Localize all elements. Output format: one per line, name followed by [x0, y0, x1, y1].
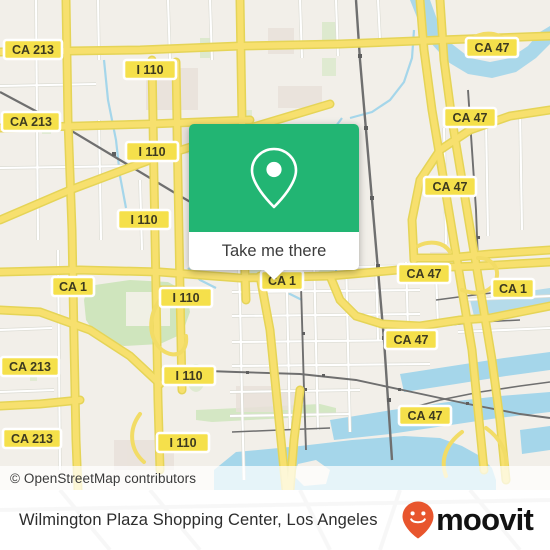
- route-shield: CA 47: [464, 36, 520, 59]
- route-shield-label: CA 47: [408, 409, 443, 423]
- route-shield-label: CA 47: [433, 180, 468, 194]
- moovit-wordmark: moovit: [436, 502, 534, 537]
- moovit-brand: moovit: [401, 500, 534, 540]
- route-shield-label: I 110: [136, 63, 163, 77]
- route-shield-label: I 110: [172, 291, 199, 305]
- route-shield: I 110: [116, 208, 172, 231]
- route-shield-label: CA 47: [453, 111, 488, 125]
- moovit-smiley-pin-icon: [402, 501, 434, 539]
- take-me-there-label: Take me there: [221, 241, 327, 260]
- route-shield-label: CA 1: [499, 282, 527, 296]
- route-shield-label: I 110: [138, 145, 165, 159]
- route-shield-label: CA 47: [475, 41, 510, 55]
- location-popup[interactable]: Take me there: [189, 124, 359, 280]
- map-screenshot: CA 213 CA 213 I 110 I 110 I 110 CA 1 I 110 CA 2…: [0, 0, 550, 550]
- route-shield-label: I 110: [169, 436, 196, 450]
- map-pin-icon: [250, 147, 298, 209]
- popup-pointer-tail: [263, 269, 285, 280]
- route-shield: CA 213: [0, 110, 62, 133]
- route-shield: CA 213: [0, 355, 61, 378]
- route-shield: CA 47: [397, 404, 453, 427]
- route-shield-label: CA 213: [10, 115, 52, 129]
- osm-attribution: © OpenStreetMap contributors: [0, 466, 550, 490]
- route-shield: CA 213: [2, 38, 64, 61]
- attribution-text: © OpenStreetMap contributors: [10, 470, 197, 486]
- route-shield-label: CA 1: [59, 280, 87, 294]
- route-shield-label: CA 47: [407, 267, 442, 281]
- route-shield: CA 47: [422, 175, 478, 198]
- take-me-there-button[interactable]: Take me there: [189, 232, 359, 280]
- route-shield-label: CA 47: [394, 333, 429, 347]
- route-shield-label: CA 213: [9, 360, 51, 374]
- route-shield: CA 47: [442, 106, 498, 129]
- route-shield: I 110: [155, 431, 211, 454]
- footer-bar: Wilmington Plaza Shopping Center, Los An…: [0, 490, 550, 550]
- route-shield-label: I 110: [175, 369, 202, 383]
- route-shield-label: CA 213: [11, 432, 53, 446]
- place-name-label: Wilmington Plaza Shopping Center, Los An…: [19, 510, 378, 529]
- route-shield: CA 1: [490, 277, 536, 300]
- route-shield: I 110: [161, 364, 217, 387]
- route-shield: I 110: [124, 140, 180, 163]
- route-shield: CA 47: [396, 262, 452, 285]
- route-shield: I 110: [122, 58, 178, 81]
- route-shield: CA 213: [1, 427, 63, 450]
- popup-marker-area: [189, 124, 359, 232]
- route-shield: CA 47: [383, 328, 439, 351]
- route-shield-label: CA 213: [12, 43, 54, 57]
- route-shield-label: I 110: [130, 213, 157, 227]
- route-shield: I 110: [158, 286, 214, 309]
- route-shield: CA 1: [50, 275, 96, 298]
